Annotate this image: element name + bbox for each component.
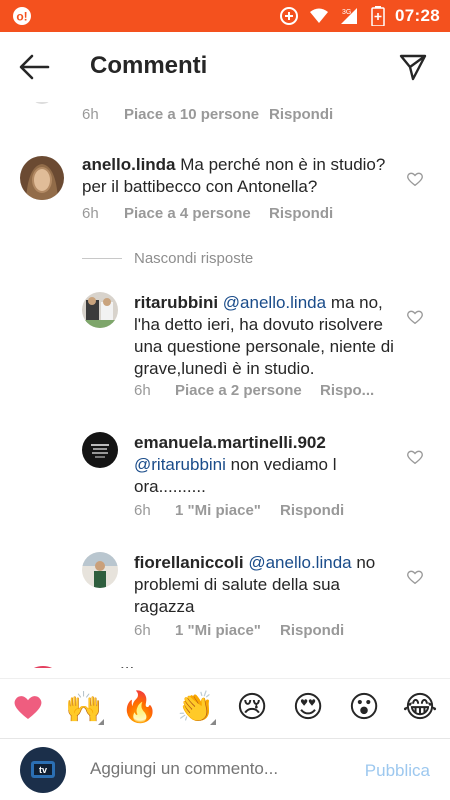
previous-comment-avatar-edge	[30, 102, 54, 104]
laughing-tears-emoji[interactable]: 😂	[400, 687, 440, 727]
comment-time: 6h	[82, 106, 99, 123]
reply-text: ritarubbini @anello.linda ma no, l'ha de…	[134, 292, 394, 380]
comment-input[interactable]	[90, 759, 340, 779]
comment-username[interactable]: fiorellaniccoli	[134, 553, 244, 572]
signal-3g-icon: 3G	[341, 8, 358, 24]
reply-text: emanuela.martinelli.902 @ritarubbini non…	[134, 432, 394, 498]
reply-item: emanuela.martinelli.902 @ritarubbini non…	[0, 430, 450, 530]
mention-link[interactable]: @anello.linda	[223, 293, 326, 312]
comment-list[interactable]: 6h Piace a 10 persone Rispondi anello.li…	[0, 102, 450, 668]
battery-icon	[371, 6, 385, 26]
notification-icon: o!	[13, 7, 31, 25]
likes-count[interactable]: Piace a 4 persone	[124, 205, 269, 222]
publish-button[interactable]: Pubblica	[365, 761, 430, 781]
heart-icon[interactable]	[406, 308, 424, 326]
page-title: Commenti	[90, 52, 208, 79]
paper-plane-icon[interactable]	[398, 52, 428, 82]
mention-link[interactable]: @ritarubbini	[134, 455, 226, 474]
comment-item: anello.linda Ma perché non è in studio? …	[0, 152, 450, 232]
variant-indicator	[98, 719, 104, 725]
reply-item: fiorellaniccoli @anello.linda no problem…	[0, 550, 450, 650]
comment-username[interactable]: ritarubbini	[134, 293, 218, 312]
sad-face-emoji[interactable]: 😢	[232, 687, 272, 727]
heart-emoji-icon	[14, 696, 42, 719]
reply-item: ritarubbini @anello.linda ma no, l'ha de…	[0, 290, 450, 410]
reply-button[interactable]: Rispondi	[269, 106, 333, 123]
sad-face-glyph: 😢	[236, 689, 268, 725]
avatar[interactable]	[22, 666, 64, 668]
comment-username[interactable]: anello.linda	[82, 155, 176, 174]
likes-count[interactable]: 1 "Mi piace"	[175, 622, 280, 639]
comment-composer: tv Pubblica	[0, 738, 450, 800]
comment-text: anello.linda Ma perché non è in studio? …	[82, 154, 392, 198]
reply-button[interactable]: Rispondi	[280, 502, 344, 519]
avatar[interactable]	[82, 552, 118, 588]
next-comment-text: ...	[120, 654, 135, 668]
reply-button[interactable]: Rispo...	[320, 382, 374, 399]
status-time: 07:28	[395, 6, 440, 25]
surprised-face-glyph: 😮	[348, 689, 380, 725]
svg-text:3G: 3G	[342, 9, 351, 16]
likes-count[interactable]: Piace a 10 persone	[124, 106, 269, 123]
laughing-tears-glyph: 😂	[402, 689, 438, 725]
comment-time: 6h	[134, 622, 151, 639]
heart-emoji[interactable]	[8, 687, 48, 727]
heart-eyes-emoji[interactable]: 😍	[288, 687, 328, 727]
comment-meta: 6h 1 "Mi piace" Rispondi	[134, 502, 344, 519]
avatar[interactable]: tv	[20, 747, 66, 793]
raised-hands-emoji[interactable]: 🙌	[64, 687, 104, 727]
arrow-left-icon[interactable]	[18, 52, 50, 82]
comment-username[interactable]: emanuela.martinelli.902	[134, 433, 326, 452]
previous-comment-meta: 6h Piace a 10 persone Rispondi	[82, 106, 333, 123]
avatar[interactable]	[82, 432, 118, 468]
next-comment-partial: ...	[0, 654, 450, 668]
heart-icon[interactable]	[406, 448, 424, 466]
heart-eyes-glyph: 😍	[292, 689, 324, 725]
wifi-icon	[310, 8, 329, 23]
svg-text:tv: tv	[39, 765, 47, 775]
hide-replies-toggle[interactable]: Nascondi risposte	[82, 250, 253, 267]
mention-link[interactable]: @anello.linda	[248, 553, 351, 572]
comment-meta: 6h Piace a 2 persone Rispo...	[134, 382, 374, 399]
fire-glyph: 🔥	[121, 689, 159, 725]
heart-icon[interactable]	[406, 568, 424, 586]
surprised-face-emoji[interactable]: 😮	[344, 687, 384, 727]
likes-count[interactable]: Piace a 2 persone	[175, 382, 320, 399]
comment-time: 6h	[134, 382, 151, 399]
reply-button[interactable]: Rispondi	[280, 622, 344, 639]
data-saver-icon	[280, 7, 299, 25]
header: Commenti	[0, 32, 450, 102]
comment-time: 6h	[134, 502, 151, 519]
divider	[82, 258, 122, 259]
reply-button[interactable]: Rispondi	[269, 205, 333, 222]
comment-meta: 6h Piace a 4 persone Rispondi	[82, 205, 333, 222]
fire-emoji[interactable]: 🔥	[120, 687, 160, 727]
reply-text: fiorellaniccoli @anello.linda no problem…	[134, 552, 394, 618]
comment-time: 6h	[82, 205, 99, 222]
hide-replies-label[interactable]: Nascondi risposte	[134, 250, 253, 267]
comment-meta: 6h 1 "Mi piace" Rispondi	[134, 622, 344, 639]
svg-text:o!: o!	[16, 10, 27, 24]
clapping-hands-emoji[interactable]: 👏	[176, 687, 216, 727]
heart-icon[interactable]	[406, 170, 424, 188]
status-bar: o! 3G 07:28	[0, 0, 450, 32]
avatar[interactable]	[82, 292, 118, 328]
avatar[interactable]	[20, 156, 64, 200]
likes-count[interactable]: 1 "Mi piace"	[175, 502, 280, 519]
variant-indicator	[210, 719, 216, 725]
emoji-bar: 🙌 🔥 👏 😢 😍 😮 😂	[0, 678, 450, 738]
